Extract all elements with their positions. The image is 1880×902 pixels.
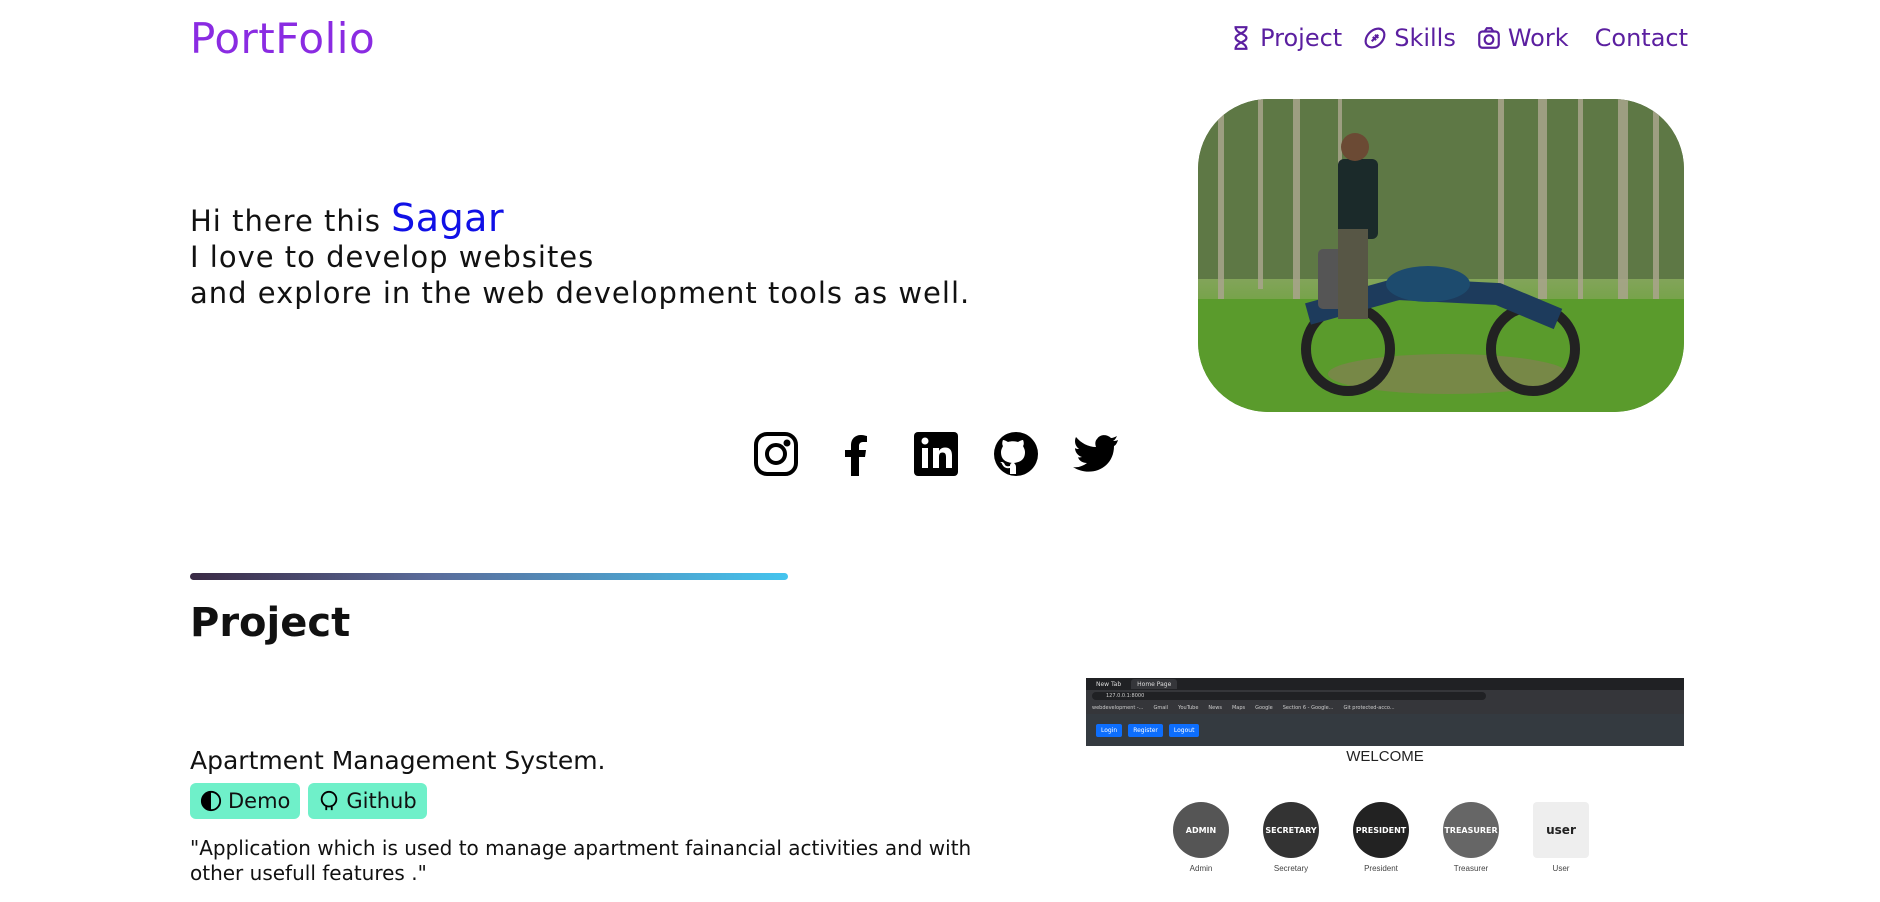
facebook-icon[interactable] bbox=[832, 430, 880, 478]
preview-tab-active: Home Page bbox=[1131, 679, 1178, 689]
bookmark: Section 6 - Google... bbox=[1282, 705, 1334, 711]
bookmark: Git protected-acco... bbox=[1343, 705, 1395, 711]
nav-contact-label: Contact bbox=[1594, 24, 1688, 52]
bookmark: News bbox=[1208, 705, 1222, 711]
role-label: Treasurer bbox=[1453, 864, 1489, 873]
hero-line1: Hi there this Sagar bbox=[190, 199, 970, 239]
github-icon[interactable] bbox=[992, 430, 1040, 478]
bookmark: Google bbox=[1255, 705, 1273, 711]
camera-icon bbox=[1478, 27, 1500, 49]
secretary-badge: SECRETARY bbox=[1263, 802, 1319, 858]
preview-tabbar: New Tab Home Page bbox=[1086, 678, 1684, 690]
user-badge: user bbox=[1533, 802, 1589, 858]
project-actions: Demo Github bbox=[190, 783, 427, 819]
instagram-icon[interactable] bbox=[752, 430, 800, 478]
preview-logout-button: Logout bbox=[1168, 723, 1200, 737]
contrast-icon bbox=[200, 790, 222, 812]
hero-line3: and explore in the web development tools… bbox=[190, 276, 971, 310]
nav-work[interactable]: Work bbox=[1476, 24, 1569, 52]
bookmark: YouTube bbox=[1178, 705, 1199, 711]
preview-tab: New Tab bbox=[1096, 680, 1122, 688]
nav-work-label: Work bbox=[1507, 24, 1569, 52]
bookmark: Gmail bbox=[1153, 705, 1169, 711]
nav-skills[interactable]: Skills bbox=[1362, 24, 1456, 52]
role-user: user User bbox=[1530, 802, 1592, 873]
github-icon bbox=[321, 790, 338, 811]
project-description: "Application which is used to manage apa… bbox=[190, 836, 972, 885]
preview-roles: ADMIN Admin SECRETARY Secretary PRESIDEN… bbox=[1170, 802, 1592, 873]
treasurer-badge: TREASURER bbox=[1443, 802, 1499, 858]
section-divider bbox=[190, 573, 788, 580]
hero-intro: Hi there this Sagar I love to develop we… bbox=[190, 199, 971, 311]
role-treasurer: TREASURER Treasurer bbox=[1440, 802, 1502, 873]
nav-project-label: Project bbox=[1260, 24, 1343, 52]
demo-button[interactable]: Demo bbox=[190, 783, 301, 819]
nav-project[interactable]: Project bbox=[1228, 24, 1342, 52]
social-links bbox=[752, 430, 1120, 478]
role-label: User bbox=[1552, 864, 1570, 873]
role-secretary: SECRETARY Secretary bbox=[1260, 802, 1322, 873]
hero-greeting: Hi there this bbox=[190, 204, 392, 238]
nav-skills-label: Skills bbox=[1394, 24, 1456, 52]
president-badge: PRESIDENT bbox=[1353, 802, 1409, 858]
preview-url: 127.0.0.1:8000 bbox=[1092, 692, 1486, 700]
role-label: President bbox=[1364, 864, 1398, 873]
bookmark: Maps bbox=[1231, 705, 1246, 711]
role-label: Admin bbox=[1189, 864, 1213, 873]
project-title: Apartment Management System. bbox=[190, 746, 606, 775]
hero-line2: I love to develop websites bbox=[190, 240, 595, 274]
preview-login-button: Login bbox=[1096, 723, 1123, 737]
github-button[interactable]: Github bbox=[308, 783, 427, 819]
preview-bookmarks: webdevelopment -... Gmail YouTube News M… bbox=[1086, 702, 1684, 714]
bookmark: webdevelopment -... bbox=[1092, 705, 1144, 711]
profile-photo bbox=[1198, 99, 1684, 412]
section-title: Project bbox=[190, 600, 351, 646]
hourglass-icon bbox=[1234, 26, 1248, 50]
preview-register-button: Register bbox=[1128, 723, 1163, 737]
admin-badge: ADMIN bbox=[1173, 802, 1229, 858]
preview-addressbar: 127.0.0.1:8000 bbox=[1086, 690, 1684, 702]
football-icon bbox=[1364, 27, 1386, 49]
github-label: Github bbox=[346, 789, 417, 813]
demo-label: Demo bbox=[228, 789, 291, 813]
logo[interactable]: PortFolio bbox=[190, 14, 375, 63]
preview-navbar: Login Register Logout bbox=[1086, 714, 1684, 746]
project-preview: New Tab Home Page 127.0.0.1:8000 webdeve… bbox=[1086, 678, 1684, 902]
preview-welcome: WELCOME bbox=[1346, 748, 1424, 765]
role-label: Secretary bbox=[1273, 864, 1309, 873]
nav-contact[interactable]: Contact bbox=[1595, 24, 1688, 52]
role-admin: ADMIN Admin bbox=[1170, 802, 1232, 873]
main-nav: Project Skills Work Contact bbox=[1228, 24, 1688, 52]
role-president: PRESIDENT President bbox=[1350, 802, 1412, 873]
hero-name: Sagar bbox=[391, 196, 505, 240]
linkedin-icon[interactable] bbox=[912, 430, 960, 478]
twitter-icon[interactable] bbox=[1072, 430, 1120, 478]
